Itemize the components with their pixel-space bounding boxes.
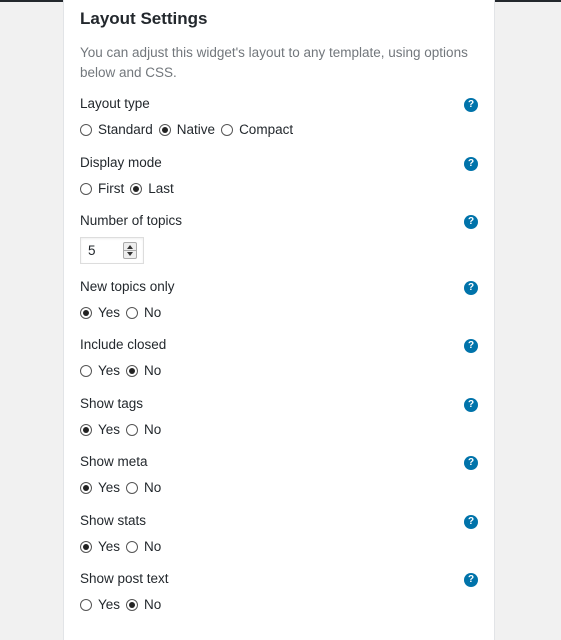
radio-label: No [144,305,162,320]
help-icon[interactable]: ? [464,157,478,171]
stepper-down-icon[interactable] [127,252,133,256]
radio-option[interactable]: No [126,480,161,495]
radio-option[interactable]: Yes [80,305,120,320]
radio-label: Native [176,122,216,137]
radio-label: Last [148,181,174,196]
layout-settings-panel: Layout Settings You can adjust this widg… [63,0,495,640]
radio-label: First [98,181,125,196]
panel-title: Layout Settings [80,9,208,28]
radio-label: No [144,422,162,437]
help-icon[interactable]: ? [464,573,478,587]
radio-button[interactable] [80,123,92,136]
radio-button[interactable] [126,364,139,377]
setting-label: Include closed [80,337,167,352]
radio-button[interactable] [80,364,92,377]
setting-label: New topics only [80,279,175,294]
number-of-topics-input[interactable]: 5 [80,237,144,264]
number-value[interactable]: 5 [88,243,96,258]
radio-group: Yes No [80,597,167,612]
setting-show-tags: Show tags ? Yes No [80,396,480,446]
radio-label: No [144,363,162,378]
setting-include-closed: Include closed ? Yes No [80,337,480,387]
radio-option[interactable]: Yes [80,422,120,437]
radio-option[interactable]: Yes [80,480,120,495]
help-icon[interactable]: ? [464,456,478,470]
number-stepper[interactable] [123,242,137,259]
radio-group: First Last [80,181,180,196]
radio-button[interactable] [80,481,92,494]
stepper-divider [124,250,136,251]
radio-label: Compact [239,122,294,137]
radio-group: Standard Native Compact [80,122,299,137]
setting-display-mode: Display mode ? First Last [80,155,480,205]
panel-description: You can adjust this widget's layout to a… [80,45,468,80]
stepper-up-icon[interactable] [127,245,133,249]
setting-number-of-topics: Number of topics ? 5 [80,213,480,264]
help-icon[interactable]: ? [464,281,478,295]
setting-label: Display mode [80,155,162,170]
setting-label: Show post text [80,571,169,586]
help-icon[interactable]: ? [464,215,478,229]
radio-option[interactable]: Yes [80,597,120,612]
radio-label: Yes [98,363,121,378]
radio-label: Yes [98,305,121,320]
radio-label: Standard [98,122,153,137]
radio-group: Yes No [80,363,167,378]
setting-new-topics-only: New topics only ? Yes No [80,279,480,329]
radio-option[interactable]: Yes [80,363,120,378]
radio-button[interactable] [221,123,234,136]
help-icon[interactable]: ? [464,339,478,353]
setting-show-meta: Show meta ? Yes No [80,454,480,504]
radio-group: Yes No [80,539,167,554]
help-icon[interactable]: ? [464,398,478,412]
radio-option[interactable]: No [126,597,161,612]
radio-label: No [144,539,162,554]
radio-button[interactable] [80,540,92,553]
setting-show-post-text: Show post text ? Yes No [80,571,480,621]
radio-button[interactable] [126,481,139,494]
radio-label: Yes [98,597,121,612]
radio-label: Yes [98,480,121,495]
radio-label: No [144,597,162,612]
radio-option[interactable]: Native [158,122,216,137]
radio-label: Yes [98,539,121,554]
radio-button[interactable] [126,598,139,611]
radio-option[interactable]: Standard [80,122,153,137]
radio-button[interactable] [80,598,92,611]
radio-button[interactable] [126,306,139,319]
radio-button[interactable] [130,182,143,195]
setting-show-stats: Show stats ? Yes No [80,513,480,563]
radio-group: Yes No [80,422,167,437]
help-icon[interactable]: ? [464,98,478,112]
radio-option[interactable]: First [80,181,124,196]
radio-button[interactable] [126,540,139,553]
help-icon[interactable]: ? [464,515,478,529]
setting-label: Show stats [80,513,147,528]
setting-label: Show tags [80,396,144,411]
radio-option[interactable]: No [126,363,161,378]
radio-group: Yes No [80,305,167,320]
radio-label: Yes [98,422,121,437]
radio-option[interactable]: No [126,422,161,437]
radio-option[interactable]: No [126,305,161,320]
radio-button[interactable] [126,423,139,436]
radio-group: Yes No [80,480,167,495]
radio-button[interactable] [80,182,92,195]
setting-label: Number of topics [80,213,183,228]
radio-option[interactable]: Last [130,181,174,196]
setting-layout-type: Layout type ? Standard Native Compact [80,96,480,146]
radio-option[interactable]: No [126,539,161,554]
radio-label: No [144,480,162,495]
radio-button[interactable] [80,306,92,319]
setting-label: Layout type [80,96,150,111]
radio-button[interactable] [80,423,92,436]
radio-button[interactable] [158,123,171,136]
radio-option[interactable]: Yes [80,539,120,554]
radio-option[interactable]: Compact [221,122,293,137]
setting-label: Show meta [80,454,148,469]
